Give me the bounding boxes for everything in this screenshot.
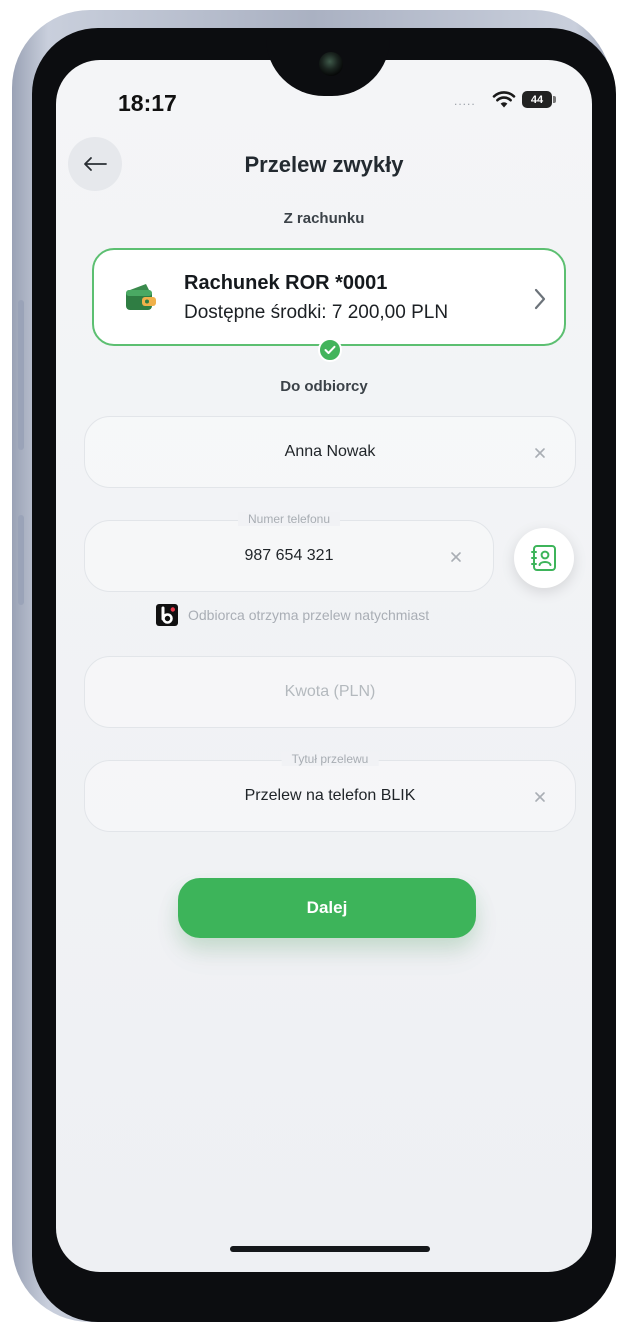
account-balance: Dostępne środki: 7 200,00 PLN bbox=[184, 302, 449, 323]
clear-recipient-icon[interactable] bbox=[533, 446, 547, 460]
power-button bbox=[18, 515, 24, 605]
to-recipient-label: Do odbiorcy bbox=[280, 378, 368, 395]
from-account-label: Z rachunku bbox=[283, 210, 365, 227]
signal-dots: ..... bbox=[454, 94, 476, 108]
recipient-value: Anna Nowak bbox=[284, 443, 376, 460]
wifi-icon bbox=[492, 91, 516, 108]
contacts-book-icon bbox=[531, 545, 556, 571]
battery-icon: 44 bbox=[522, 91, 556, 108]
app-screen: 18:17 ..... 44 Przelew zwykły Z rachunku bbox=[56, 60, 592, 1272]
account-name: Rachunek ROR *0001 bbox=[184, 272, 388, 294]
status-time: 18:17 bbox=[118, 90, 177, 116]
transfer-title-label: Tytuł przelewu bbox=[281, 752, 379, 766]
phone-number-field[interactable]: Numer telefonu 987 654 321 bbox=[84, 512, 494, 592]
phone-number-value: 987 654 321 bbox=[244, 547, 334, 564]
blik-note: Odbiorca otrzyma przelew natychmiast bbox=[156, 604, 429, 626]
home-indicator[interactable] bbox=[230, 1246, 430, 1252]
transfer-title-field[interactable]: Tytuł przelewu Przelew na telefon BLIK bbox=[84, 752, 576, 832]
transfer-title-value: Przelew na telefon BLIK bbox=[244, 787, 416, 804]
wallet-icon bbox=[126, 284, 156, 310]
recipient-field[interactable]: Anna Nowak bbox=[84, 416, 576, 488]
source-account-card[interactable]: Rachunek ROR *0001 Dostępne środki: 7 20… bbox=[92, 248, 566, 346]
phone-number-label: Numer telefonu bbox=[237, 512, 341, 526]
clear-title-icon[interactable] bbox=[533, 790, 547, 804]
next-button[interactable]: Dalej bbox=[178, 878, 476, 938]
clear-phone-icon[interactable] bbox=[449, 550, 463, 564]
contacts-button[interactable] bbox=[514, 528, 574, 588]
page-title: Przelew zwykły bbox=[244, 152, 404, 177]
blik-logo-icon bbox=[156, 604, 178, 626]
chevron-right-icon bbox=[534, 288, 546, 310]
front-camera bbox=[319, 52, 343, 76]
amount-field[interactable]: Kwota (PLN) bbox=[84, 656, 576, 728]
volume-button bbox=[18, 300, 24, 450]
check-icon bbox=[318, 338, 342, 362]
blik-note-text: Odbiorca otrzyma przelew natychmiast bbox=[188, 607, 430, 623]
amount-placeholder: Kwota (PLN) bbox=[284, 683, 376, 700]
phone-frame: 18:17 ..... 44 Przelew zwykły Z rachunku bbox=[12, 10, 616, 1322]
